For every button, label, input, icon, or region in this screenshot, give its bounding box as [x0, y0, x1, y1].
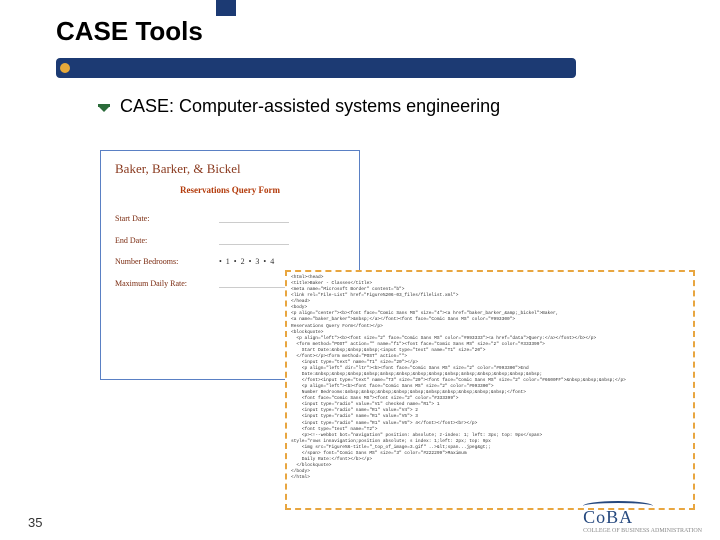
bedrooms-label: Number Bedrooms:: [115, 257, 213, 266]
max-rate-field: [219, 278, 289, 288]
end-date-label: End Date:: [115, 236, 213, 245]
header-accent-bar: [216, 0, 236, 16]
slide-title-area: CASE Tools: [56, 16, 203, 47]
page-number: 35: [28, 515, 42, 530]
bedrooms-options: • 1 • 2 • 3 • 4: [219, 257, 275, 266]
start-date-label: Start Date:: [115, 214, 213, 223]
title-underline-bar: [56, 58, 576, 78]
form-subheading: Reservations Query Form: [115, 185, 345, 195]
logo-text: CoBA: [583, 507, 633, 527]
slide-subtitle: CASE: Computer-assisted systems engineer…: [120, 96, 500, 117]
title-underline-dot: [60, 63, 70, 73]
bullet-arrow-icon: [98, 101, 110, 113]
slide-title: CASE Tools: [56, 16, 203, 47]
subtitle-row: CASE: Computer-assisted systems engineer…: [98, 96, 500, 117]
max-rate-label: Maximum Daily Rate:: [115, 279, 213, 288]
coba-logo: CoBA COLLEGE OF BUSINESS ADMINISTRATION: [583, 501, 702, 534]
logo-subtext: COLLEGE OF BUSINESS ADMINISTRATION: [583, 528, 702, 534]
form-row-end-date: End Date:: [115, 235, 345, 245]
html-source-panel: <html><head> <title>Baker - Classes</tit…: [285, 270, 695, 510]
form-heading: Baker, Barker, & Bickel: [115, 161, 345, 177]
form-row-start-date: Start Date:: [115, 213, 345, 223]
start-date-field: [219, 213, 289, 223]
form-row-bedrooms: Number Bedrooms: • 1 • 2 • 3 • 4: [115, 257, 345, 266]
end-date-field: [219, 235, 289, 245]
